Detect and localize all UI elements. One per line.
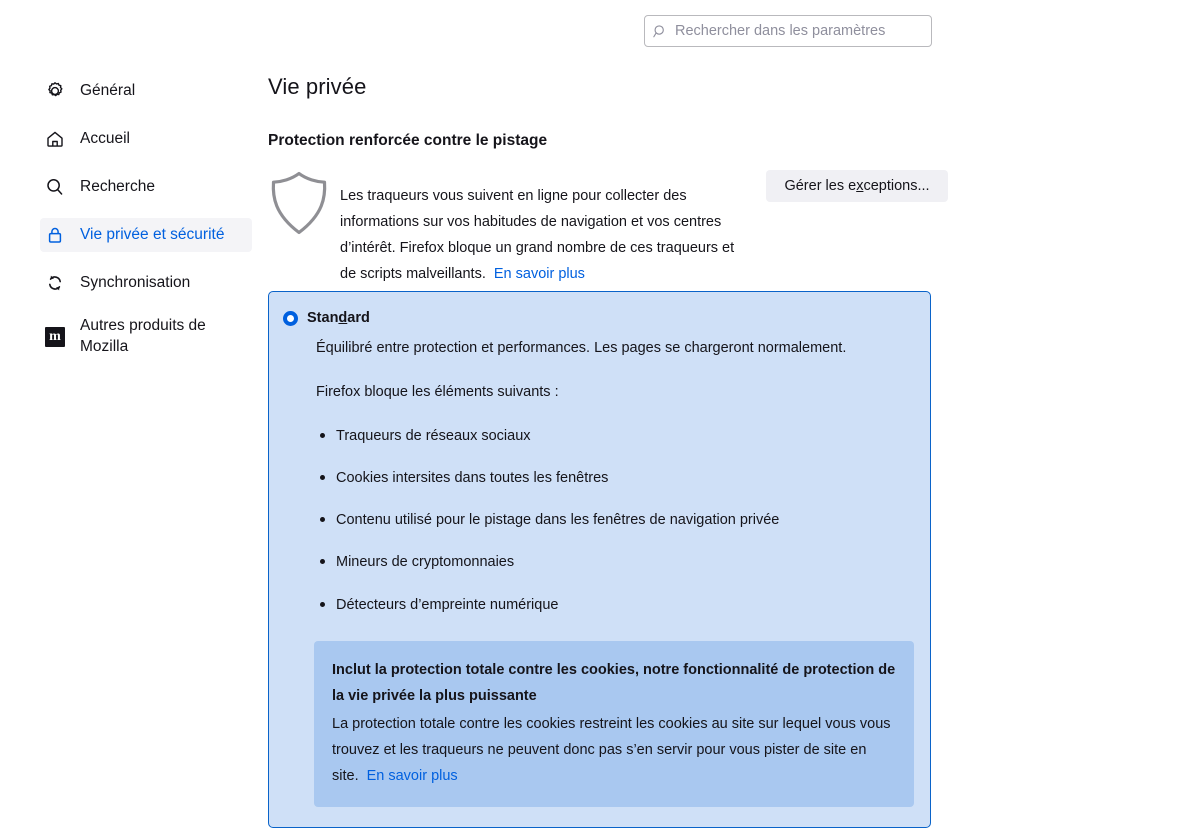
search-icon xyxy=(653,24,664,37)
total-cookie-protection-box: Inclut la protection totale contre les c… xyxy=(314,640,914,807)
standard-panel-body: Équilibré entre protection et performanc… xyxy=(283,338,914,807)
sidebar-item-general[interactable]: Général xyxy=(40,74,252,108)
page-title: Vie privée xyxy=(268,74,367,99)
search-placeholder: Rechercher dans les paramètres xyxy=(675,22,886,39)
home-icon xyxy=(44,128,66,150)
radio-button-standard[interactable] xyxy=(283,310,298,326)
sidebar-item-privacy-security[interactable]: Vie privée et sécurité xyxy=(40,218,252,252)
radio-label-prefix: Stan xyxy=(307,310,339,326)
sync-icon xyxy=(44,272,66,294)
gear-icon xyxy=(44,80,66,102)
search-bar-row: Rechercher dans les paramètres xyxy=(0,15,1200,47)
manage-exceptions-button[interactable]: Gérer les e x ceptions... xyxy=(766,170,948,202)
sidebar-item-label: Recherche xyxy=(80,177,155,195)
sidebar-item-label: Vie privée et sécurité xyxy=(80,225,225,243)
sidebar: Général Accueil Recherche Vie privée et … xyxy=(40,74,252,374)
radio-label-suffix: ard xyxy=(347,310,370,326)
button-label-suffix: ceptions... xyxy=(863,178,930,194)
blocked-items-intro: Firefox bloque les éléments suivants : xyxy=(316,383,559,400)
radio-label-standard: Standard xyxy=(307,310,370,326)
radio-label-accesskey: d xyxy=(338,310,348,326)
info-box-title: Inclut la protection totale contre les c… xyxy=(332,661,896,704)
list-item: Contenu utilisé pour le pistage dans les… xyxy=(316,510,912,530)
sidebar-item-search[interactable]: Recherche xyxy=(40,170,252,204)
list-item: Traqueurs de réseaux sociaux xyxy=(316,426,912,446)
mozilla-icon: m xyxy=(44,326,66,348)
settings-page: Rechercher dans les paramètres Général A… xyxy=(0,0,1200,828)
button-label-prefix: Gérer les e xyxy=(784,178,857,194)
sidebar-item-label: Synchronisation xyxy=(80,273,191,291)
intro-paragraph: Les traqueurs vous suivent en ligne pour… xyxy=(340,183,740,287)
search-icon xyxy=(44,176,66,198)
section-title: Protection renforcée contre le pistage xyxy=(268,132,548,149)
sidebar-item-label: Général xyxy=(80,81,136,99)
info-box-text: La protection totale contre les cookies … xyxy=(332,711,896,789)
list-item: Mineurs de cryptomonnaies xyxy=(316,552,912,572)
main-content: Vie privée Protection renforcée contre l… xyxy=(268,74,948,828)
button-accesskey: x xyxy=(856,178,864,194)
list-item: Cookies intersites dans toutes les fenêt… xyxy=(316,468,912,488)
sidebar-item-sync[interactable]: Synchronisation xyxy=(40,266,252,300)
lock-icon xyxy=(44,224,66,246)
blocked-items-list: Traqueurs de réseaux sociaux Cookies int… xyxy=(316,426,912,615)
info-box-learn-more-link[interactable]: En savoir plus xyxy=(367,768,458,784)
sidebar-item-home[interactable]: Accueil xyxy=(40,122,252,156)
sidebar-item-mozilla-products[interactable]: m Autres produits de Mozilla xyxy=(40,314,252,360)
standard-radio-row[interactable]: Standard xyxy=(283,310,912,326)
search-input[interactable]: Rechercher dans les paramètres xyxy=(644,15,932,47)
sidebar-item-label: Accueil xyxy=(80,129,130,147)
list-item: Détecteurs d’empreinte numérique xyxy=(316,595,912,615)
learn-more-link[interactable]: En savoir plus xyxy=(494,266,585,282)
shield-icon xyxy=(268,168,340,236)
sidebar-item-label: Autres produits de Mozilla xyxy=(80,317,206,355)
standard-description: Équilibré entre protection et performanc… xyxy=(316,340,847,356)
standard-protection-panel[interactable]: Standard Équilibré entre protection et p… xyxy=(268,291,931,828)
